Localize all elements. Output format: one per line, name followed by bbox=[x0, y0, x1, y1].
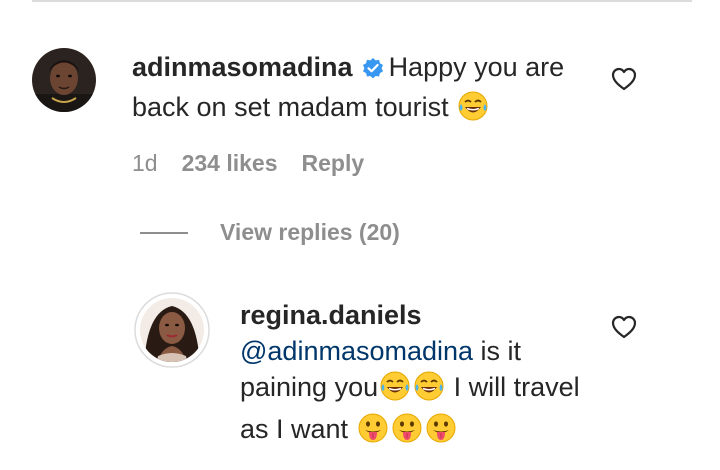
avatar-adinmasomadina[interactable] bbox=[32, 48, 96, 112]
mention-link[interactable]: @adinmasomadina bbox=[240, 336, 473, 366]
comment-1-meta: 1d 234 likes Reply bbox=[132, 150, 364, 177]
top-divider bbox=[32, 0, 692, 2]
like-heart-icon[interactable] bbox=[611, 67, 637, 91]
tongue-out-emoji-icon bbox=[357, 412, 389, 453]
reply-button[interactable]: Reply bbox=[302, 150, 365, 177]
comment-timestamp[interactable]: 1d bbox=[132, 150, 158, 177]
likes-count[interactable]: 234 likes bbox=[182, 150, 278, 177]
avatar-regina-daniels[interactable] bbox=[134, 292, 210, 368]
comment-2-username[interactable]: regina.daniels bbox=[240, 300, 422, 330]
view-replies-label: View replies (20) bbox=[220, 219, 400, 245]
comment-1-text: adinmasomadina Happy you are back on set … bbox=[132, 49, 592, 131]
verified-badge-icon bbox=[361, 53, 385, 89]
like-heart-icon[interactable] bbox=[611, 315, 637, 339]
comment-1-username[interactable]: adinmasomadina bbox=[132, 52, 353, 82]
laughing-tears-emoji-icon bbox=[457, 90, 489, 131]
tongue-out-emoji-icon bbox=[391, 412, 423, 453]
comment-2-text: regina.daniels @adinmasomadina is it pai… bbox=[240, 297, 580, 453]
tongue-out-emoji-icon bbox=[425, 412, 457, 453]
view-replies-button[interactable]: View replies (20) bbox=[140, 219, 400, 246]
laughing-tears-emoji-icon bbox=[379, 370, 411, 411]
laughing-tears-emoji-icon bbox=[413, 370, 445, 411]
replies-divider-line bbox=[140, 231, 188, 234]
